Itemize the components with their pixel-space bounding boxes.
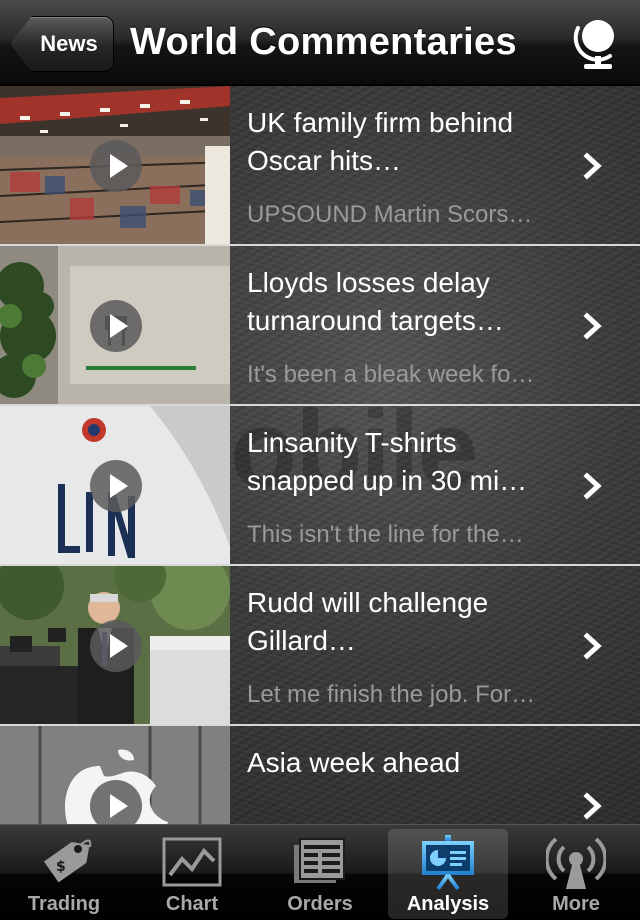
article-summary: It's been a bleak week fo… [247, 361, 535, 388]
chevron-right-icon [583, 632, 602, 660]
play-icon[interactable] [90, 460, 142, 512]
navigation-bar: News World Commentaries [0, 0, 640, 86]
article-list[interactable]: obile UK family firm behind Oscar hits… … [0, 86, 640, 824]
play-icon[interactable] [90, 780, 142, 824]
article-summary: UPSOUND Martin Scors… [247, 201, 533, 228]
page-title: World Commentaries [130, 21, 517, 63]
article-headline: Linsanity T-shirts snapped up in 30 mi… [247, 427, 528, 496]
tab-label: Analysis [406, 893, 490, 915]
orders-icon [294, 838, 345, 883]
article-summary: This isn't the line for the… [247, 521, 524, 548]
video-thumbnail [0, 726, 230, 824]
video-thumbnail [0, 246, 230, 404]
globe-icon[interactable] [570, 12, 626, 72]
article-headline: Rudd will challenge Gillard… [247, 587, 489, 656]
tab-label: Orders [287, 893, 353, 915]
video-thumbnail [0, 566, 230, 724]
chevron-right-icon [583, 152, 602, 180]
chevron-right-icon [583, 472, 602, 500]
play-icon[interactable] [90, 300, 142, 352]
broadcast-icon [546, 837, 606, 889]
back-button-news[interactable]: News [10, 16, 114, 72]
list-item[interactable]: UK family firm behind Oscar hits… UPSOUN… [0, 86, 640, 246]
chevron-right-icon [583, 792, 602, 820]
tab-label: Trading [27, 893, 101, 915]
tab-more[interactable]: More [516, 829, 636, 919]
tab-orders[interactable]: Orders [260, 829, 380, 919]
tab-trading[interactable]: $ Trading [4, 829, 124, 919]
svg-text:$: $ [56, 859, 66, 875]
line-chart-icon [162, 837, 222, 887]
chevron-right-icon [583, 312, 602, 340]
tab-label: More [552, 893, 600, 915]
article-headline: Asia week ahead [247, 747, 461, 778]
article-headline: Lloyds losses delay turnaround targets… [247, 267, 504, 336]
tab-label: Chart [165, 893, 219, 915]
video-thumbnail [0, 406, 230, 564]
tab-chart[interactable]: Chart [132, 829, 252, 919]
list-item[interactable]: Asia week ahead [0, 726, 640, 824]
price-tag-icon: $ [43, 839, 92, 883]
list-item[interactable]: Rudd will challenge Gillard… Let me fini… [0, 566, 640, 726]
article-headline: UK family firm behind Oscar hits… [247, 107, 514, 176]
list-item[interactable]: Lloyds losses delay turnaround targets… … [0, 246, 640, 406]
tab-bar: $ Trading Chart Orders Analysis More [0, 824, 640, 920]
presentation-board-icon [422, 835, 474, 891]
play-icon[interactable] [90, 140, 142, 192]
article-summary: Let me finish the job. For… [247, 681, 536, 708]
video-thumbnail [0, 86, 230, 244]
list-item[interactable]: Linsanity T-shirts snapped up in 30 mi… … [0, 406, 640, 566]
play-icon[interactable] [90, 620, 142, 672]
tab-analysis[interactable]: Analysis [388, 829, 508, 919]
